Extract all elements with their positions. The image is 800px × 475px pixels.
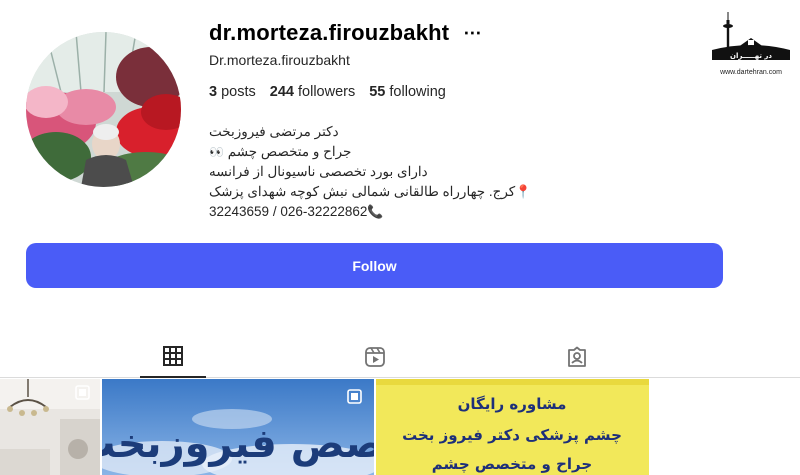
tab-posts[interactable] xyxy=(140,336,206,378)
post-3-line-1: مشاوره رایگان xyxy=(458,395,567,413)
post-2-image: تخصص فیروزبخت xyxy=(102,379,374,475)
follow-button[interactable]: Follow xyxy=(26,243,723,288)
bio-line-phone: 32243659 / 026-32222862📞 xyxy=(209,202,531,222)
posts-stat: 3 posts xyxy=(209,84,256,100)
followers-label: followers xyxy=(298,84,356,100)
posts-count: 3 xyxy=(209,84,218,100)
posts-grid: تخصص فیروزبخت مشاوره رایگان چشم پزشکی دک… xyxy=(0,379,800,475)
logo-text: در تهـــــران xyxy=(730,52,772,60)
post-3-line-3: جراح و متخصص چشم xyxy=(432,455,592,474)
post-1-image xyxy=(0,379,100,475)
profile-stats: 3 posts 244 followers 55 following xyxy=(209,84,446,100)
bio-line-name: دکتر مرتضی فیروزبخت xyxy=(209,122,531,142)
bio-line-address: 📍کرج. چهارراه طالقانی شمالی نبش کوچه شهد… xyxy=(209,182,531,202)
post-3-image: مشاوره رایگان چشم پزشکی دکتر فیروز بخت ج… xyxy=(376,379,649,475)
post-2-text: تخصص فیروزبخت xyxy=(102,421,374,467)
reels-icon xyxy=(365,347,385,367)
tagged-icon xyxy=(568,346,586,367)
following-stat[interactable]: 55 following xyxy=(369,84,446,100)
following-count: 55 xyxy=(369,84,386,100)
post-3-line-2: چشم پزشکی دکتر فیروز بخت xyxy=(402,426,622,445)
profile-tabs xyxy=(0,336,800,378)
bio-specialty-text: جراح و متخصص چشم xyxy=(227,144,352,159)
tab-tagged[interactable] xyxy=(544,336,610,378)
phone-icon: 📞 xyxy=(367,204,384,219)
site-watermark-url: www.dartehran.com xyxy=(720,69,782,76)
post-thumbnail-1[interactable] xyxy=(0,379,100,475)
more-options-icon[interactable]: ⋯ xyxy=(463,24,481,42)
grid-icon xyxy=(163,346,183,366)
tab-reels[interactable] xyxy=(342,336,408,378)
bio-line-specialty: جراح و متخصص چشم 👀 xyxy=(209,142,531,162)
bio-name-text: دکتر مرتضی فیروزبخت xyxy=(209,124,339,139)
following-label: following xyxy=(389,84,446,100)
followers-stat[interactable]: 244 followers xyxy=(270,84,355,100)
bio-board-text: دارای بورد تخصصی ناسیونال از فرانسه xyxy=(209,164,428,179)
bio-address-text: کرج. چهارراه طالقانی شمالی نبش کوچه شهدا… xyxy=(209,184,516,199)
followers-count: 244 xyxy=(269,84,294,100)
post-thumbnail-2[interactable]: تخصص فیروزبخت xyxy=(102,379,374,475)
profile-bio: دکتر مرتضی فیروزبخت جراح و متخصص چشم 👀 د… xyxy=(209,122,531,222)
avatar-photo xyxy=(26,32,181,187)
post-thumbnail-3[interactable]: مشاوره رایگان چشم پزشکی دکتر فیروز بخت ج… xyxy=(376,379,649,475)
posts-label: posts xyxy=(221,84,256,100)
profile-avatar[interactable] xyxy=(26,32,181,187)
tower-logo-icon: در تهـــــران xyxy=(712,12,790,60)
bio-phone-text: 32243659 / 026-32222862 xyxy=(209,204,368,219)
bio-line-board: دارای بورد تخصصی ناسیونال از فرانسه xyxy=(209,162,531,182)
eyes-emoji-icon: 👀 xyxy=(209,145,224,159)
location-pin-icon: 📍 xyxy=(515,184,532,199)
profile-full-name: Dr.morteza.firouzbakht xyxy=(209,52,350,68)
profile-username: dr.morteza.firouzbakht xyxy=(209,20,450,45)
